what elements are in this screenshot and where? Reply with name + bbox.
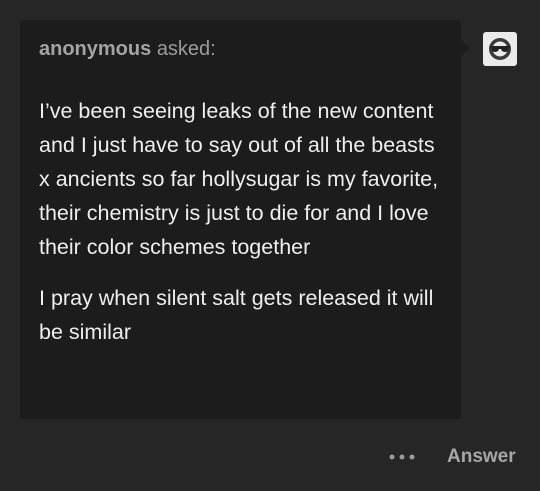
ellipsis-icon bbox=[389, 454, 415, 460]
asked-label: asked: bbox=[156, 38, 216, 60]
ask-paragraph: I’ve been seeing leaks of the new conten… bbox=[39, 99, 439, 259]
anonymous-sunglasses-icon bbox=[489, 38, 511, 60]
ask-body: I’ve been seeing leaks of the new conten… bbox=[39, 94, 444, 349]
more-options-button[interactable] bbox=[382, 444, 422, 470]
ask-paragraph: I pray when silent salt gets released it… bbox=[39, 286, 434, 344]
answer-button[interactable]: Answer bbox=[447, 444, 516, 470]
asker-name: anonymous bbox=[39, 38, 152, 60]
anonymous-avatar[interactable] bbox=[483, 32, 517, 66]
speech-bubble-pointer bbox=[461, 40, 470, 56]
asker-line: anonymous asked: bbox=[39, 37, 216, 61]
ask-card: anonymous asked: I’ve been seeing leaks … bbox=[20, 20, 461, 419]
